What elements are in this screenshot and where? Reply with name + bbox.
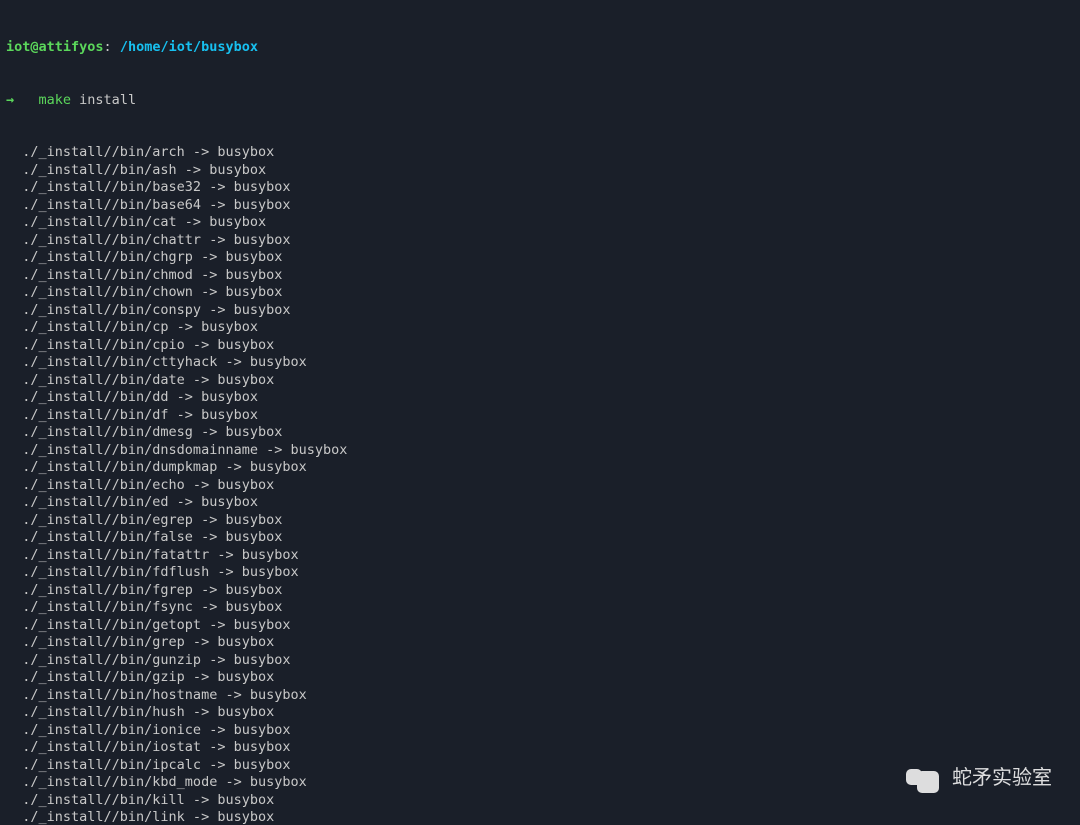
symlink-line: ./_install//bin/getopt -> busybox [6, 617, 1074, 635]
symlink-line: ./_install//bin/dmesg -> busybox [6, 424, 1074, 442]
symlink-line: ./_install//bin/gunzip -> busybox [6, 652, 1074, 670]
symlink-line: ./_install//bin/hostname -> busybox [6, 687, 1074, 705]
symlink-line: ./_install//bin/chgrp -> busybox [6, 249, 1074, 267]
symlink-line: ./_install//bin/kill -> busybox [6, 792, 1074, 810]
symlink-line: ./_install//bin/fdflush -> busybox [6, 564, 1074, 582]
symlink-line: ./_install//bin/cpio -> busybox [6, 337, 1074, 355]
symlink-line: ./_install//bin/cat -> busybox [6, 214, 1074, 232]
symlink-line: ./_install//bin/conspy -> busybox [6, 302, 1074, 320]
symlink-line: ./_install//bin/egrep -> busybox [6, 512, 1074, 530]
symlink-line: ./_install//bin/chattr -> busybox [6, 232, 1074, 250]
prompt-user: iot@attifyos [6, 39, 104, 55]
command-make: make [39, 92, 72, 108]
symlink-line: ./_install//bin/ed -> busybox [6, 494, 1074, 512]
symlink-line: ./_install//bin/arch -> busybox [6, 144, 1074, 162]
symlink-line: ./_install//bin/hush -> busybox [6, 704, 1074, 722]
symlink-line: ./_install//bin/ionice -> busybox [6, 722, 1074, 740]
prompt-colon: : [104, 39, 120, 55]
symlink-line: ./_install//bin/link -> busybox [6, 809, 1074, 825]
symlink-line: ./_install//bin/dnsdomainname -> busybox [6, 442, 1074, 460]
terminal-output[interactable]: iot@attifyos: /home/iot/busybox → make i… [0, 0, 1080, 825]
symlink-line: ./_install//bin/iostat -> busybox [6, 739, 1074, 757]
command-rest: install [71, 92, 136, 108]
symlink-line: ./_install//bin/fgrep -> busybox [6, 582, 1074, 600]
symlink-line: ./_install//bin/ipcalc -> busybox [6, 757, 1074, 775]
symlink-line: ./_install//bin/grep -> busybox [6, 634, 1074, 652]
output-lines: ./_install//bin/arch -> busybox ./_insta… [6, 144, 1074, 825]
prompt-path: /home/iot/busybox [120, 39, 258, 55]
symlink-line: ./_install//bin/dumpkmap -> busybox [6, 459, 1074, 477]
symlink-line: ./_install//bin/cttyhack -> busybox [6, 354, 1074, 372]
symlink-line: ./_install//bin/base64 -> busybox [6, 197, 1074, 215]
symlink-line: ./_install//bin/echo -> busybox [6, 477, 1074, 495]
command-line: → make install [6, 92, 1074, 110]
symlink-line: ./_install//bin/fatattr -> busybox [6, 547, 1074, 565]
prompt-arrow: → [6, 92, 14, 108]
symlink-line: ./_install//bin/gzip -> busybox [6, 669, 1074, 687]
symlink-line: ./_install//bin/dd -> busybox [6, 389, 1074, 407]
symlink-line: ./_install//bin/ash -> busybox [6, 162, 1074, 180]
symlink-line: ./_install//bin/fsync -> busybox [6, 599, 1074, 617]
symlink-line: ./_install//bin/kbd_mode -> busybox [6, 774, 1074, 792]
symlink-line: ./_install//bin/df -> busybox [6, 407, 1074, 425]
prompt-line: iot@attifyos: /home/iot/busybox [6, 39, 1074, 57]
symlink-line: ./_install//bin/base32 -> busybox [6, 179, 1074, 197]
symlink-line: ./_install//bin/date -> busybox [6, 372, 1074, 390]
symlink-line: ./_install//bin/chown -> busybox [6, 284, 1074, 302]
symlink-line: ./_install//bin/chmod -> busybox [6, 267, 1074, 285]
symlink-line: ./_install//bin/cp -> busybox [6, 319, 1074, 337]
symlink-line: ./_install//bin/false -> busybox [6, 529, 1074, 547]
